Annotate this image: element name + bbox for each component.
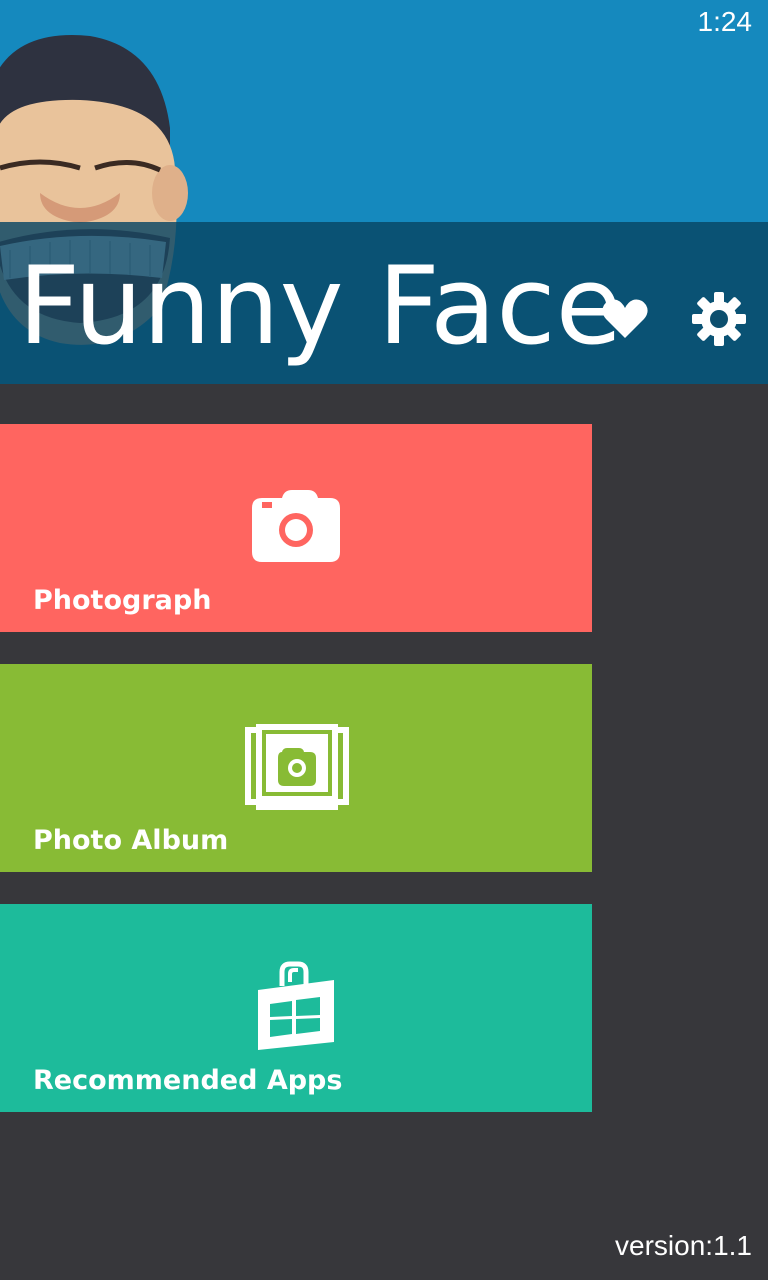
photo-album-icon xyxy=(245,724,349,810)
version-text: version:1.1 xyxy=(615,1230,752,1261)
status-time: 1:24 xyxy=(697,6,753,37)
heart-icon[interactable] xyxy=(598,292,652,346)
store-icon xyxy=(258,961,334,1050)
app-title: Funny Face xyxy=(18,244,623,369)
recommended-apps-label: Recommended Apps xyxy=(33,1065,343,1096)
camera-icon xyxy=(252,490,340,562)
photograph-tile[interactable]: Photograph xyxy=(0,424,592,632)
gear-icon[interactable] xyxy=(690,290,748,348)
recommended-apps-tile[interactable]: Recommended Apps xyxy=(0,904,592,1112)
app-screen: 1:24 Funny Face Photograph Photo Album R… xyxy=(0,0,768,1280)
header: 1:24 Funny Face xyxy=(0,0,768,384)
photo-album-label: Photo Album xyxy=(33,825,229,856)
photograph-label: Photograph xyxy=(33,585,212,616)
photo-album-tile[interactable]: Photo Album xyxy=(0,664,592,872)
